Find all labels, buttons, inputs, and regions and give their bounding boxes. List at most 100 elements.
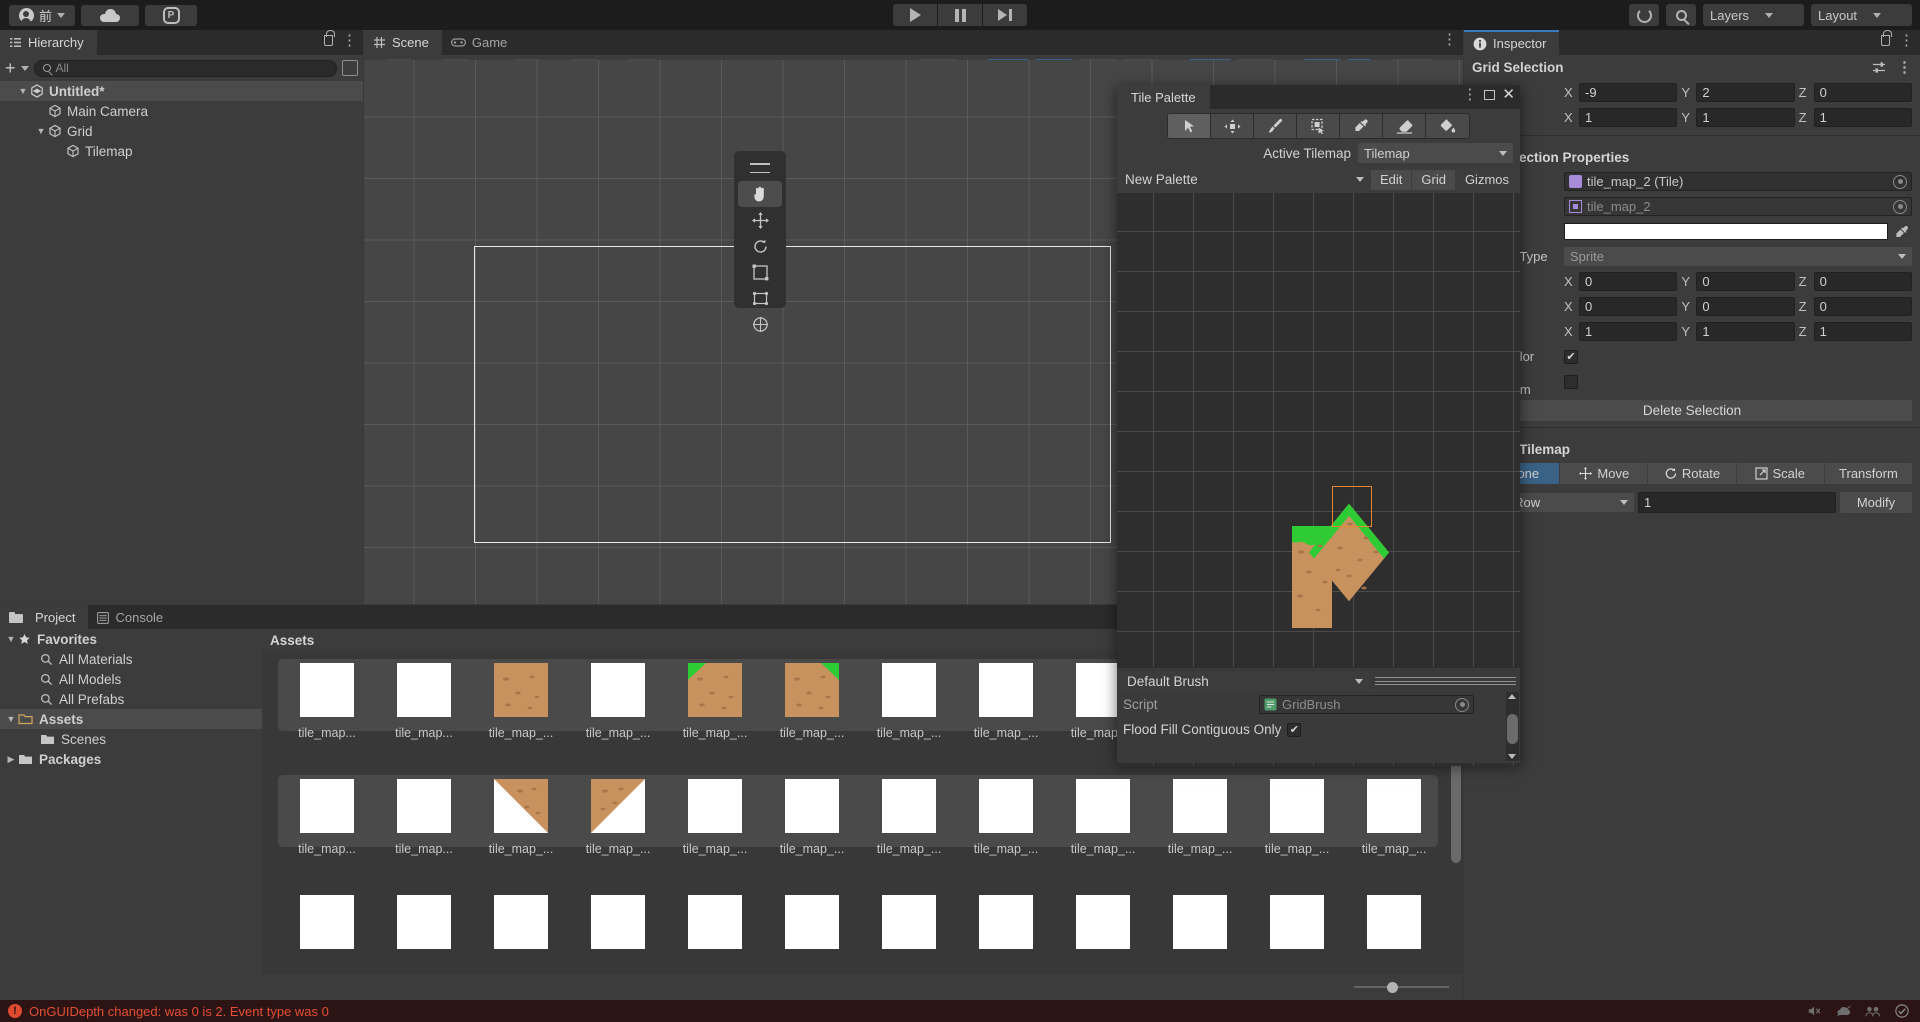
offset-z-input[interactable]: 0 xyxy=(1814,272,1912,291)
assets-zoom-slider[interactable] xyxy=(1354,979,1449,995)
palette-eraser-tool[interactable] xyxy=(1383,114,1426,138)
brush-settings-icon[interactable] xyxy=(1375,675,1516,687)
active-tilemap-dropdown[interactable]: Tilemap xyxy=(1358,143,1513,163)
asset-item[interactable]: tile_map_... xyxy=(763,779,861,856)
layout-dropdown[interactable]: Layout xyxy=(1811,4,1912,26)
size-x-input[interactable]: 1 xyxy=(1579,108,1677,127)
scale-tool-button[interactable] xyxy=(734,259,786,285)
flood-fill-checkbox[interactable]: ✔ xyxy=(1287,723,1301,737)
hand-tool-button[interactable] xyxy=(738,181,782,207)
object-picker-icon[interactable] xyxy=(1455,698,1469,712)
pause-button[interactable] xyxy=(938,4,982,26)
asset-item[interactable]: tile_map... xyxy=(375,663,473,740)
asset-item[interactable]: tile_map_... xyxy=(763,663,861,740)
hierarchy-filter-button[interactable] xyxy=(342,60,358,76)
mute-audio-icon[interactable] xyxy=(1807,1004,1823,1018)
add-gameobject-button[interactable]: + xyxy=(5,61,16,75)
status-bar[interactable]: ! OnGUIDepth changed: was 0 is 2. Event … xyxy=(0,1000,1920,1022)
tab-project[interactable]: Project xyxy=(0,605,88,630)
sprite-object-field[interactable]: tile_map_2 xyxy=(1564,197,1912,216)
modify-mode-move[interactable]: Move xyxy=(1560,463,1647,484)
rect-tool-button[interactable] xyxy=(734,285,786,311)
hierarchy-item-grid[interactable]: ▼Grid xyxy=(0,121,363,141)
tool-overflow-button[interactable] xyxy=(734,155,786,181)
move-tool-button[interactable] xyxy=(734,207,786,233)
palette-gizmos-button[interactable]: Gizmos xyxy=(1456,170,1518,190)
asset-item[interactable]: tile_map_... xyxy=(472,779,570,856)
scroll-up-arrow-icon[interactable] xyxy=(1508,694,1516,699)
play-button[interactable] xyxy=(893,4,937,26)
offset-x-input[interactable]: 0 xyxy=(1579,272,1677,291)
settings-preset-icon[interactable] xyxy=(1872,61,1887,74)
asset-item[interactable]: tile_map_... xyxy=(1054,779,1152,856)
asset-item[interactable] xyxy=(278,895,376,958)
scroll-down-arrow-icon[interactable] xyxy=(1508,754,1516,759)
palette-paint-bucket-tool[interactable] xyxy=(1426,114,1469,138)
tab-hierarchy[interactable]: Hierarchy xyxy=(0,30,97,55)
project-tree-item-all-models[interactable]: All Models xyxy=(0,669,262,689)
collab-icon[interactable] xyxy=(1865,1004,1881,1018)
palette-move-tool[interactable] xyxy=(1211,114,1254,138)
project-tree-item-assets[interactable]: ▼Assets xyxy=(0,709,262,729)
asset-item[interactable] xyxy=(666,895,764,958)
asset-item[interactable]: tile_map... xyxy=(278,663,376,740)
palette-box-fill-tool[interactable] xyxy=(1297,114,1340,138)
maximize-icon[interactable] xyxy=(1484,90,1495,100)
package-manager-button[interactable]: P xyxy=(145,5,197,26)
asset-item[interactable] xyxy=(957,895,1055,958)
step-button[interactable] xyxy=(983,4,1027,26)
tile-object-field[interactable]: tile_map_2 (Tile) xyxy=(1564,172,1912,191)
lock-icon[interactable] xyxy=(1881,35,1890,46)
modify-count-input[interactable]: 1 xyxy=(1638,492,1836,513)
asset-item[interactable]: tile_map... xyxy=(278,779,376,856)
position-z-input[interactable]: 0 xyxy=(1814,83,1912,102)
position-x-input[interactable]: -9 xyxy=(1579,83,1677,102)
project-tree-item-packages[interactable]: ▶Packages xyxy=(0,749,262,769)
asset-item[interactable]: tile_map_... xyxy=(666,779,764,856)
cloud-button[interactable] xyxy=(81,5,139,26)
asset-item[interactable]: tile_map_... xyxy=(860,663,958,740)
palette-edit-button[interactable]: Edit xyxy=(1371,170,1411,190)
hierarchy-item-main-camera[interactable]: Main Camera xyxy=(0,101,363,121)
kebab-menu-icon[interactable]: ⋮ xyxy=(1897,63,1912,73)
lock-transform-checkbox[interactable] xyxy=(1564,375,1578,389)
expand-arrow-down-icon[interactable]: ▼ xyxy=(4,714,18,724)
close-icon[interactable]: ✕ xyxy=(1502,89,1515,100)
lock-icon[interactable] xyxy=(324,35,333,46)
brush-script-field[interactable]: GridBrush xyxy=(1259,695,1474,714)
rotation-z-input[interactable]: 0 xyxy=(1814,297,1912,316)
rotation-x-input[interactable]: 0 xyxy=(1579,297,1677,316)
asset-item[interactable] xyxy=(1345,895,1443,958)
cloud-status-icon[interactable] xyxy=(1836,1004,1852,1018)
palette-brush-tool[interactable] xyxy=(1254,114,1297,138)
asset-item[interactable]: tile_map_... xyxy=(957,779,1055,856)
modify-apply-button[interactable]: Modify xyxy=(1840,492,1912,513)
kebab-menu-icon[interactable]: ⋮ xyxy=(1899,36,1914,46)
layers-dropdown[interactable]: Layers xyxy=(1703,4,1804,26)
object-picker-icon[interactable] xyxy=(1893,200,1907,214)
asset-item[interactable]: tile_map_... xyxy=(860,779,958,856)
asset-item[interactable]: tile_map_... xyxy=(472,663,570,740)
checkmark-icon[interactable] xyxy=(1894,1004,1910,1018)
scale-x-input[interactable]: 1 xyxy=(1579,322,1677,341)
expand-arrow-down-icon[interactable]: ▼ xyxy=(16,86,30,96)
size-z-input[interactable]: 1 xyxy=(1814,108,1912,127)
asset-item[interactable] xyxy=(375,895,473,958)
rotate-tool-button[interactable] xyxy=(734,233,786,259)
tab-tile-palette[interactable]: Tile Palette xyxy=(1117,85,1210,109)
asset-item[interactable]: tile_map_... xyxy=(569,779,667,856)
offset-y-input[interactable]: 0 xyxy=(1696,272,1794,291)
asset-item[interactable] xyxy=(763,895,861,958)
eyedropper-icon[interactable] xyxy=(1892,225,1912,239)
asset-item[interactable]: tile_map_... xyxy=(569,663,667,740)
object-picker-icon[interactable] xyxy=(1893,175,1907,189)
modify-mode-scale[interactable]: Scale xyxy=(1737,463,1824,484)
kebab-menu-icon[interactable]: ⋮ xyxy=(342,36,357,46)
expand-arrow-right-icon[interactable]: ▶ xyxy=(4,754,18,765)
modify-mode-rotate[interactable]: Rotate xyxy=(1648,463,1735,484)
tab-scene[interactable]: Scene xyxy=(364,30,442,55)
brush-dropdown[interactable]: Default Brush xyxy=(1121,672,1369,691)
global-search-button[interactable] xyxy=(1666,4,1696,26)
scale-z-input[interactable]: 1 xyxy=(1814,322,1912,341)
brush-scroll-thumb[interactable] xyxy=(1507,714,1518,744)
